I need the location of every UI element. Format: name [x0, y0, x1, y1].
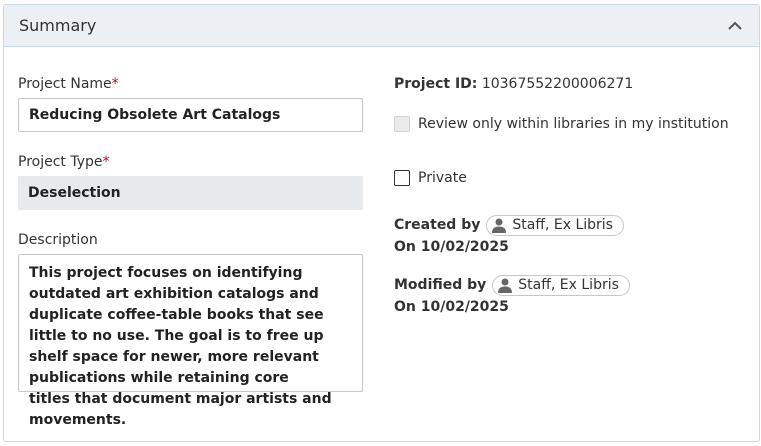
- user-icon: [497, 277, 513, 293]
- panel-title: Summary: [19, 16, 97, 35]
- created-by-label: Created by: [394, 217, 481, 233]
- panel-header[interactable]: Summary: [4, 5, 759, 47]
- description-text: This project focuses on identifying outd…: [29, 265, 332, 428]
- project-id-row: Project ID: 10367552200006271: [394, 76, 734, 94]
- project-type-field: Deselection: [18, 176, 363, 210]
- created-row: Created by Staff, Ex Libris: [394, 214, 734, 236]
- project-id-label: Project ID:: [394, 76, 478, 92]
- project-name-label: Project Name*: [18, 76, 119, 92]
- modified-block: Modified by Staff, Ex Libris On 10/02/20…: [394, 274, 734, 315]
- project-name-value: Reducing Obsolete Art Catalogs: [29, 107, 281, 123]
- chevron-up-icon[interactable]: [726, 17, 744, 35]
- modified-date: On 10/02/2025: [394, 299, 509, 315]
- description-textarea[interactable]: This project focuses on identifying outd…: [18, 254, 363, 428]
- right-column: Project ID: 10367552200006271 Review onl…: [394, 76, 734, 315]
- left-column: Project Name* Reducing Obsolete Art Cata…: [18, 76, 364, 428]
- created-date: On 10/02/2025: [394, 239, 509, 255]
- review-within-libraries-row: Review only within libraries in my insti…: [394, 116, 734, 132]
- required-mark: *: [111, 76, 119, 92]
- review-within-libraries-label: Review only within libraries in my insti…: [418, 116, 729, 132]
- user-icon: [491, 217, 507, 233]
- project-name-input[interactable]: Reducing Obsolete Art Catalogs: [18, 98, 363, 132]
- project-type-value: Deselection: [28, 185, 121, 201]
- modified-row: Modified by Staff, Ex Libris: [394, 274, 734, 296]
- project-id-value: 10367552200006271: [481, 76, 634, 92]
- review-within-libraries-checkbox[interactable]: [394, 116, 410, 132]
- created-by-user-chip[interactable]: Staff, Ex Libris: [486, 214, 624, 236]
- private-row: Private: [394, 170, 734, 186]
- created-block: Created by Staff, Ex Libris On 10/02/202…: [394, 214, 734, 255]
- modified-by-user-chip[interactable]: Staff, Ex Libris: [492, 274, 630, 296]
- modified-by-user-name: Staff, Ex Libris: [518, 277, 619, 293]
- required-mark: *: [102, 154, 110, 170]
- private-checkbox[interactable]: [394, 170, 410, 186]
- created-by-user-name: Staff, Ex Libris: [512, 217, 613, 233]
- modified-by-label: Modified by: [394, 277, 487, 293]
- description-label: Description: [18, 232, 98, 248]
- project-type-label: Project Type*: [18, 154, 110, 170]
- private-label: Private: [418, 170, 467, 186]
